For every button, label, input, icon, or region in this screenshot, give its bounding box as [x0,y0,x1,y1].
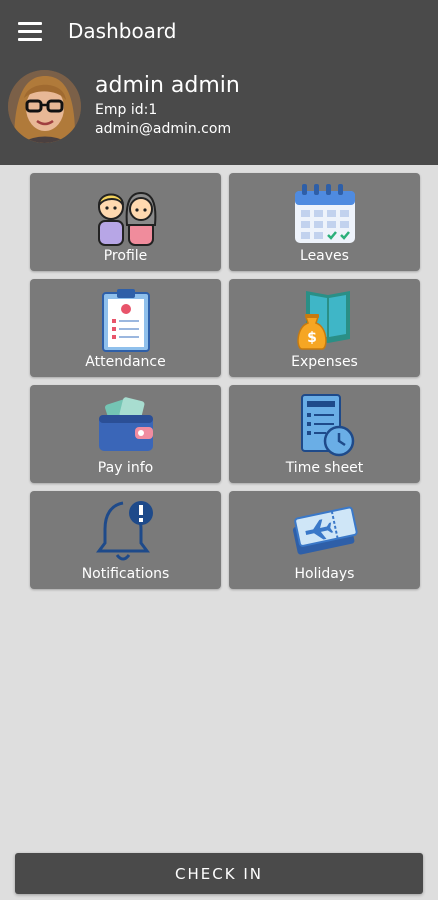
hamburger-menu-icon[interactable] [18,18,46,44]
svg-text:$: $ [307,330,317,346]
timesheet-clock-icon [292,393,358,459]
tile-notifications[interactable]: Notifications [30,491,221,589]
clipboard-icon [93,287,159,353]
tile-label: Leaves [300,248,349,264]
user-email: admin@admin.com [95,121,232,137]
tile-label: Expenses [291,354,358,370]
tile-label: Attendance [85,354,166,370]
tile-leaves[interactable]: Leaves [229,173,420,271]
tile-label: Profile [103,248,148,264]
bell-alert-icon [93,499,159,565]
tile-expenses[interactable]: $ Expenses [229,279,420,377]
tile-label: Time sheet [285,460,364,476]
calendar-icon [292,181,358,247]
tile-pay-info[interactable]: Pay info [30,385,221,483]
users-icon [93,181,159,247]
user-header: admin admin Emp id:1 admin@admin.com [0,62,438,165]
app-bar: Dashboard [0,0,438,62]
page-title: Dashboard [68,19,177,43]
tile-profile[interactable]: Profile [30,173,221,271]
tile-label: Pay info [97,460,154,476]
avatar [8,70,81,143]
money-bag-book-icon: $ [292,287,358,353]
tile-holidays[interactable]: Holidays [229,491,420,589]
tile-label: Holidays [294,566,355,582]
plane-ticket-icon [292,499,358,565]
tile-attendance[interactable]: Attendance [30,279,221,377]
tile-time-sheet[interactable]: Time sheet [229,385,420,483]
check-in-button[interactable]: CHECK IN [15,853,423,894]
tile-label: Notifications [81,566,170,582]
wallet-icon [93,393,159,459]
user-name: admin admin [95,73,240,98]
employee-id: Emp id:1 [95,102,158,118]
